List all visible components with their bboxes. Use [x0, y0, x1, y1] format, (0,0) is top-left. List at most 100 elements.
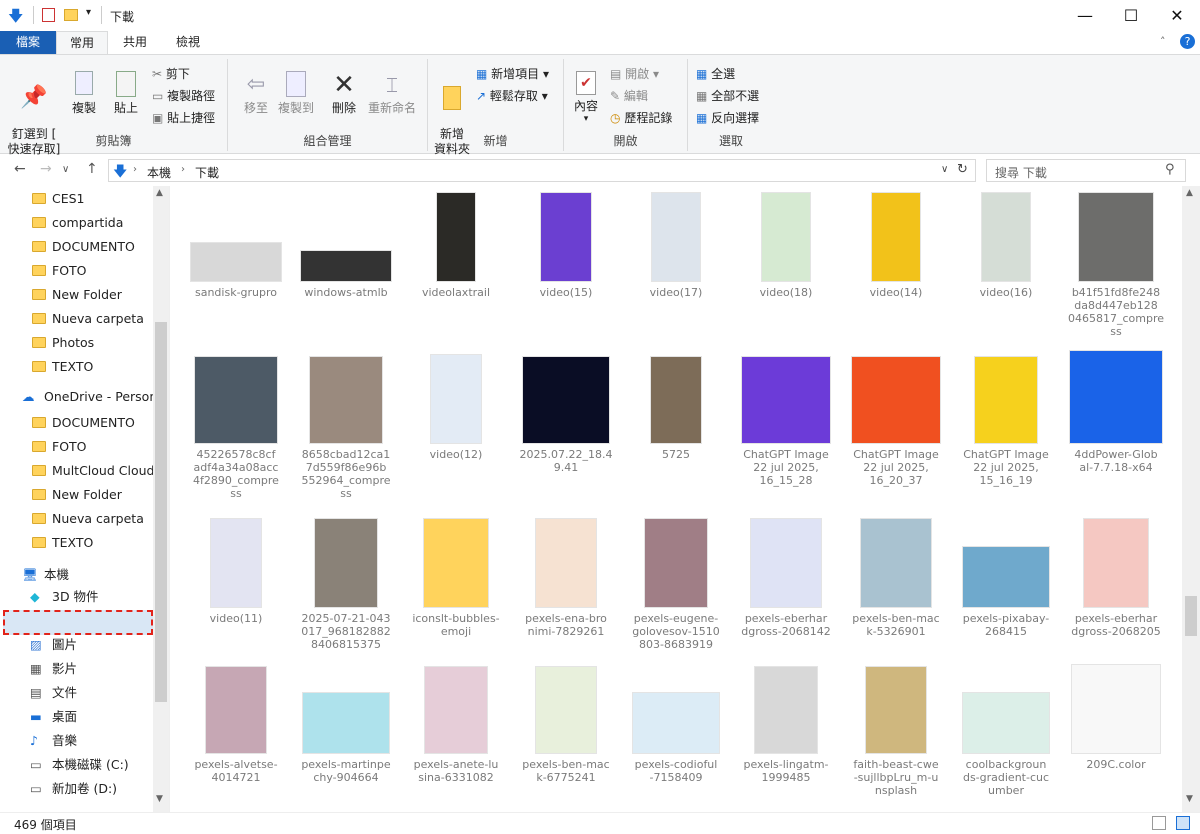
address-dropdown-icon[interactable]: ∨: [941, 164, 948, 175]
move-to-button[interactable]: ⇦ 移至: [236, 69, 276, 116]
file-item[interactable]: ChatGPT Image 22 jul 2025, 15_16_19: [956, 348, 1056, 508]
up-arrow-icon[interactable]: ↑: [86, 161, 98, 177]
cut-button[interactable]: ✂ 剪下: [152, 67, 190, 82]
file-item[interactable]: pexels-alvetse- 4014721: [186, 658, 286, 812]
collapse-ribbon-icon[interactable]: ˄: [1160, 35, 1166, 48]
nav-quick-texto[interactable]: TEXTO: [32, 356, 93, 378]
edit-button[interactable]: ✎ 編輯: [610, 89, 648, 104]
file-item[interactable]: pexels-lingatm- 1999485: [736, 658, 836, 812]
file-item[interactable]: sandisk-grupro: [186, 186, 286, 346]
file-item[interactable]: pexels-eberhar dgross-2068205: [1066, 512, 1166, 672]
file-item[interactable]: pexels-eberhar dgross-2068142: [736, 512, 836, 672]
file-item[interactable]: video(11): [186, 512, 286, 672]
maximize-icon[interactable]: ☐: [1108, 0, 1154, 31]
file-item[interactable]: ChatGPT Image 22 jul 2025, 16_15_28: [736, 348, 836, 508]
file-item[interactable]: pexels-martinpe chy-904664: [296, 658, 396, 812]
forward-arrow-icon[interactable]: →: [40, 161, 52, 177]
file-item[interactable]: 2025-07-21-043 017_968182882 8406815375: [296, 512, 396, 672]
nav-music[interactable]: ♪ 音樂: [30, 730, 77, 752]
copy-to-button[interactable]: 複製到: [274, 69, 318, 116]
nav-desktop[interactable]: ▬ 桌面: [30, 706, 77, 728]
file-item[interactable]: pexels-ben-mac k-5326901: [846, 512, 946, 672]
tab-share[interactable]: 共用: [110, 31, 160, 54]
file-grid-scrollbar[interactable]: ▲ ▼: [1182, 186, 1200, 812]
file-item[interactable]: video(16): [956, 186, 1056, 346]
file-item[interactable]: b41f51fd8fe248 da8d447eb128 0465817_comp…: [1066, 186, 1166, 346]
paste-shortcut-button[interactable]: ▣ 貼上捷徑: [152, 111, 215, 126]
nav-drive-d[interactable]: ▭ 新加卷 (D:): [30, 778, 117, 800]
select-all-button[interactable]: ▦ 全選: [696, 67, 735, 82]
nav-onedrive-foto[interactable]: FOTO: [32, 436, 87, 458]
file-item[interactable]: 2025.07.22_18.4 9.41: [516, 348, 616, 508]
file-item[interactable]: pexels-anete-lu sina-6331082: [406, 658, 506, 812]
file-item[interactable]: pexels-ena-bro nimi-7829261: [516, 512, 616, 672]
nav-videos[interactable]: ▦ 影片: [30, 658, 77, 680]
file-item[interactable]: video(18): [736, 186, 836, 346]
delete-button[interactable]: ✕ 刪除: [326, 69, 362, 116]
nav-this-pc[interactable]: 🖥 本機: [22, 564, 69, 586]
paste-button[interactable]: 貼上: [108, 69, 144, 116]
customize-toolbar-chevron-icon[interactable]: ▾: [86, 7, 91, 18]
file-item[interactable]: 209C.color: [1066, 658, 1166, 812]
nav-onedrive-documento[interactable]: DOCUMENTO: [32, 412, 135, 434]
file-item[interactable]: 8658cbad12ca1 7d559f86e96b 552964_compre…: [296, 348, 396, 508]
nav-onedrive-texto[interactable]: TEXTO: [32, 532, 93, 554]
nav-quick-documento[interactable]: DOCUMENTO: [32, 236, 135, 258]
properties-icon[interactable]: [42, 8, 55, 22]
nav-quick-compartida[interactable]: compartida: [32, 212, 123, 234]
nav-drive-c[interactable]: ▭ 本機磁碟 (C:): [30, 754, 129, 776]
tab-file[interactable]: 檔案: [0, 31, 56, 54]
nav-quick-photos[interactable]: Photos: [32, 332, 94, 354]
rename-button[interactable]: ⌶ 重新命名: [364, 69, 420, 116]
file-item[interactable]: pexels-ben-mac k-6775241: [516, 658, 616, 812]
address-bar[interactable]: 🡇 › 本機 › 下載 ∨ ↻: [108, 159, 976, 182]
navigation-scrollbar[interactable]: ▲ ▼: [153, 186, 169, 812]
properties-button[interactable]: ✔ 內容 ▾: [568, 69, 604, 124]
file-item[interactable]: 45226578c8cf adf4a34a08acc 4f2890_compre…: [186, 348, 286, 508]
file-item[interactable]: pexels-codioful -7158409: [626, 658, 726, 812]
breadcrumb-downloads[interactable]: 下載: [195, 164, 219, 181]
large-icons-view-icon[interactable]: [1176, 816, 1190, 830]
scroll-thumb[interactable]: [1185, 596, 1197, 636]
details-view-icon[interactable]: [1152, 816, 1166, 830]
scroll-thumb[interactable]: [155, 322, 167, 702]
search-input[interactable]: 搜尋 下載 ⚲: [986, 159, 1186, 182]
file-item[interactable]: faith-beast-cwe -sujllbpLru_m-u nsplash: [846, 658, 946, 812]
scroll-up-icon[interactable]: ▲: [156, 188, 163, 198]
file-item[interactable]: videolaxtrail: [406, 186, 506, 346]
file-item[interactable]: 5725: [626, 348, 726, 508]
file-item[interactable]: video(14): [846, 186, 946, 346]
nav-3d-objects[interactable]: ◆ 3D 物件: [30, 586, 99, 608]
minimize-icon[interactable]: —: [1062, 0, 1108, 31]
tab-home[interactable]: 常用: [56, 31, 108, 54]
breadcrumb-this-pc[interactable]: 本機: [147, 164, 171, 181]
nav-onedrive-multcloud-cloud[interactable]: MultCloud Cloud: [32, 460, 154, 482]
scroll-up-icon[interactable]: ▲: [1186, 188, 1193, 198]
refresh-icon[interactable]: ↻: [957, 162, 968, 177]
new-item-button[interactable]: ▦ 新增項目 ▾: [476, 67, 549, 82]
nav-quick-ces1[interactable]: CES1: [32, 188, 85, 210]
nav-documents[interactable]: ▤ 文件: [30, 682, 77, 704]
scroll-down-icon[interactable]: ▼: [156, 794, 163, 804]
nav-onedrive-new-folder[interactable]: New Folder: [32, 484, 122, 506]
file-item[interactable]: pexels-eugene- golovesov-1510 803-868391…: [626, 512, 726, 672]
select-none-button[interactable]: ▦ 全部不選: [696, 89, 759, 104]
file-item[interactable]: iconslt-bubbles- emoji: [406, 512, 506, 672]
copy-path-button[interactable]: ▭ 複製路徑: [152, 89, 215, 104]
close-icon[interactable]: ✕: [1154, 0, 1200, 31]
nav-quick-nueva-carpeta[interactable]: Nueva carpeta: [32, 308, 144, 330]
file-item[interactable]: video(15): [516, 186, 616, 346]
file-item[interactable]: video(17): [626, 186, 726, 346]
history-button[interactable]: ◷ 歷程記錄: [610, 111, 672, 126]
nav-onedrive[interactable]: ☁ OneDrive - Persona: [22, 386, 165, 408]
file-item[interactable]: coolbackgroun ds-gradient-cuc umber: [956, 658, 1056, 812]
copy-button[interactable]: 複製: [66, 69, 102, 116]
file-item[interactable]: ChatGPT Image 22 jul 2025, 16_20_37: [846, 348, 946, 508]
file-item[interactable]: windows-atmlb: [296, 186, 396, 346]
back-arrow-icon[interactable]: ←: [14, 161, 26, 177]
new-folder-icon[interactable]: [64, 9, 78, 21]
easy-access-button[interactable]: ↗ 輕鬆存取 ▾: [476, 89, 548, 104]
file-item[interactable]: video(12): [406, 348, 506, 508]
file-item[interactable]: 4ddPower-Glob al-7.7.18-x64: [1066, 348, 1166, 508]
recent-locations-chevron-icon[interactable]: ∨: [62, 164, 69, 175]
